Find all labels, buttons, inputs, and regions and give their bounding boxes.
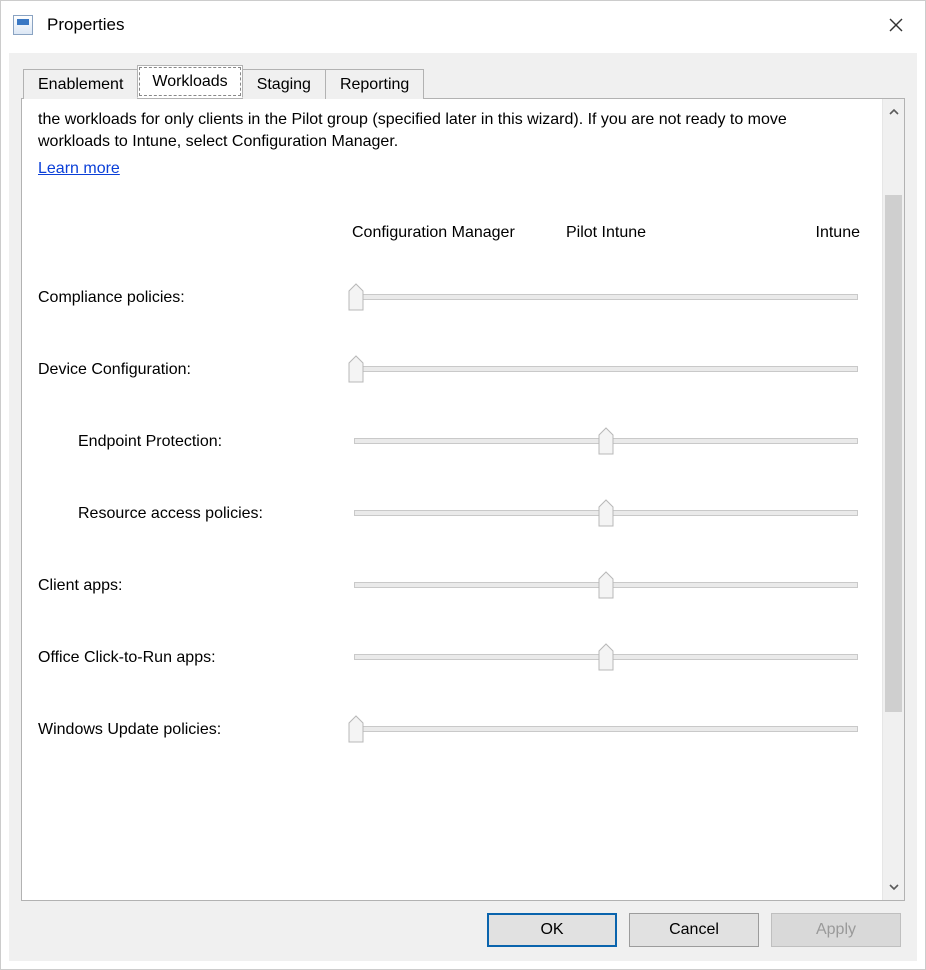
learn-more-link[interactable]: Learn more [38,158,120,180]
panel-description: the workloads for only clients in the Pi… [38,109,838,152]
slider-office-c2r-apps[interactable] [348,645,864,669]
scroll-up-arrow-icon[interactable] [883,99,904,125]
titlebar: Properties [9,9,917,49]
tab-strip: Enablement Workloads Staging Reporting [21,65,905,98]
close-button[interactable] [881,13,911,37]
app-icon [13,15,33,35]
slider-track [354,366,858,372]
client-area: Enablement Workloads Staging Reporting t… [9,53,917,961]
scrollbar-thumb[interactable] [885,195,902,712]
row-label-windows-update-policies: Windows Update policies: [38,719,348,741]
col-header-pilot-intune: Pilot Intune [520,222,692,244]
slider-column-headers: Configuration Manager Pilot Intune Intun… [348,222,864,244]
workloads-panel: the workloads for only clients in the Pi… [22,99,882,900]
dialog-button-row: OK Cancel Apply [21,901,905,949]
col-header-intune: Intune [692,222,864,244]
slider-thumb[interactable] [598,643,614,671]
tab-panel: the workloads for only clients in the Pi… [21,98,905,901]
row-label-compliance-policies: Compliance policies: [38,287,348,309]
slider-thumb[interactable] [348,283,364,311]
ok-button[interactable]: OK [487,913,617,947]
slider-windows-update-policies[interactable] [348,717,864,741]
row-label-endpoint-protection: Endpoint Protection: [38,431,348,453]
slider-client-apps[interactable] [348,573,864,597]
vertical-scrollbar[interactable] [882,99,904,900]
row-label-office-c2r-apps: Office Click-to-Run apps: [38,647,348,669]
slider-thumb[interactable] [348,355,364,383]
dialog-window: Properties Enablement Workloads Staging … [0,0,926,970]
tab-workloads[interactable]: Workloads [137,65,242,98]
slider-compliance-policies[interactable] [348,285,864,309]
row-label-client-apps: Client apps: [38,575,348,597]
slider-endpoint-protection[interactable] [348,429,864,453]
row-label-resource-access-policies: Resource access policies: [38,503,348,525]
scrollbar-track[interactable] [883,125,904,874]
slider-resource-access-policies[interactable] [348,501,864,525]
slider-thumb[interactable] [348,715,364,743]
window-title: Properties [47,15,881,35]
slider-thumb[interactable] [598,499,614,527]
slider-track [354,726,858,732]
row-label-device-configuration: Device Configuration: [38,359,348,381]
tab-reporting[interactable]: Reporting [325,69,424,99]
tab-staging[interactable]: Staging [242,69,326,99]
slider-thumb[interactable] [598,571,614,599]
slider-thumb[interactable] [598,427,614,455]
cancel-button[interactable]: Cancel [629,913,759,947]
slider-track [354,294,858,300]
tab-enablement[interactable]: Enablement [23,69,138,99]
slider-device-configuration[interactable] [348,357,864,381]
col-header-config-manager: Configuration Manager [348,222,520,244]
apply-button: Apply [771,913,901,947]
scroll-down-arrow-icon[interactable] [883,874,904,900]
workloads-grid: Configuration Manager Pilot Intune Intun… [38,222,872,742]
